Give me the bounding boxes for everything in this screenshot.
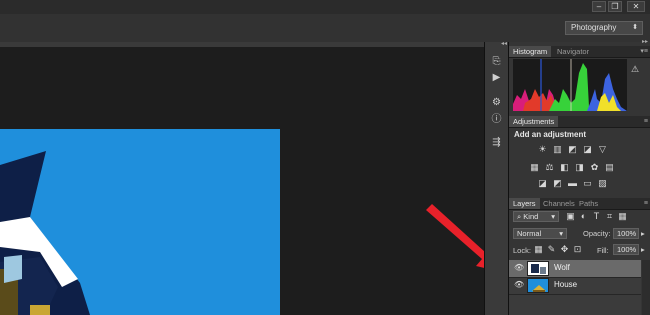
selective-color-icon[interactable]: ▨ (597, 178, 608, 189)
histogram-graph (513, 59, 627, 111)
kind-label: Kind (523, 212, 539, 221)
collapse-panels-icon[interactable]: ▸▸ (642, 38, 648, 45)
layer-name-house: House (554, 280, 578, 289)
vibrance-icon[interactable]: ▦ (529, 162, 540, 173)
panel-menu-icon[interactable]: ≡ (644, 198, 648, 209)
restore-icon: ❐ (611, 2, 619, 11)
fill-value: 100% (617, 245, 637, 254)
tab-layers[interactable]: Layers (509, 198, 540, 209)
tab-histogram[interactable]: Histogram (509, 46, 552, 57)
brush-preset-icon[interactable]: ⚙ (490, 97, 503, 108)
lock-move-icon[interactable]: ✥ (559, 244, 570, 255)
black-white-icon[interactable]: ◨ (574, 162, 585, 173)
tab-paths[interactable]: Paths (575, 198, 602, 209)
layer-kind-filter[interactable]: ⌕ Kind ▾ (513, 211, 559, 222)
invert-icon[interactable]: ◪ (537, 178, 548, 189)
blend-mode-value: Normal (517, 229, 542, 238)
layer-row-wolf[interactable]: 👁 Wolf (509, 260, 641, 278)
actions-play-icon[interactable]: ▶ (490, 72, 503, 83)
properties-icon[interactable]: ⇶ (490, 137, 503, 148)
threshold-icon[interactable]: ▬ (567, 178, 578, 189)
adjustments-title: Add an adjustment (514, 130, 587, 139)
info-icon[interactable]: ⓘ (490, 114, 503, 125)
tab-adjustments[interactable]: Adjustments (509, 116, 559, 127)
histogram-display (513, 59, 627, 111)
opacity-input[interactable]: 100% (613, 228, 639, 239)
gradient-map-icon[interactable]: ▭ (582, 178, 593, 189)
panel-menu-icon[interactable]: ▾≡ (640, 46, 648, 57)
warning-icon[interactable]: ⚠ (631, 64, 639, 75)
close-button[interactable]: ✕ (627, 1, 645, 12)
layer-row-house[interactable]: 👁 House (509, 277, 641, 295)
layer-thumbnail-house (527, 278, 549, 293)
chevron-right-icon[interactable]: ▸ (641, 245, 645, 254)
lock-all-icon[interactable]: ⊡ (572, 244, 583, 255)
adjustments-tab-row: Adjustments ≡ (509, 116, 650, 128)
chevron-updown-icon: ⬍ (632, 24, 638, 31)
photo-filter-icon[interactable]: ✿ (589, 162, 600, 173)
blend-mode-select[interactable]: Normal ▾ (513, 228, 567, 239)
workspace-select-value: Photography (571, 23, 617, 32)
fill-input[interactable]: 100% (613, 244, 639, 255)
minimize-button[interactable]: – (592, 1, 606, 12)
posterize-icon[interactable]: ◩ (552, 178, 563, 189)
house-base-shape (533, 290, 545, 292)
panel-menu-icon[interactable]: ≡ (644, 116, 648, 127)
histogram-tab-row: Histogram Navigator ▾≡ (509, 46, 650, 58)
chevron-down-icon: ▾ (559, 229, 563, 238)
wolf-shape (531, 264, 539, 273)
visibility-eye-icon[interactable]: 👁 (514, 281, 524, 289)
minimize-icon: – (596, 2, 602, 11)
filter-adjustment-icon[interactable]: ◐ (578, 211, 589, 222)
opacity-label: Opacity: (583, 229, 611, 238)
layers-scrollbar[interactable] (642, 260, 650, 315)
tab-channels[interactable]: Channels (539, 198, 579, 209)
workspace-select[interactable]: Photography ⬍ (565, 21, 643, 35)
close-icon: ✕ (632, 2, 640, 11)
gradient-triangle-icon[interactable]: ▽ (597, 144, 608, 155)
filter-type-icon[interactable]: T (591, 211, 602, 222)
layer-name-wolf: Wolf (554, 263, 570, 272)
title-bar: – ❐ ✕ (0, 0, 650, 14)
color-balance-icon[interactable]: ◧ (559, 162, 570, 173)
hue-saturation-icon[interactable]: ⚖ (544, 162, 555, 173)
chevron-right-icon[interactable]: ▸ (641, 229, 645, 238)
exposure-icon[interactable]: ◪ (582, 144, 593, 155)
lock-label: Lock: (513, 246, 531, 255)
levels-icon[interactable]: ▥ (552, 144, 563, 155)
restore-button[interactable]: ❐ (608, 1, 622, 12)
lock-transparent-icon[interactable]: ▦ (533, 244, 544, 255)
layers-list: 👁 Wolf 👁 House (509, 260, 641, 315)
right-panels: ▸▸ Histogram Navigator ▾≡ ⚠ Adjustments … (508, 39, 650, 315)
panel-dock-strip: ◂◂ ⎘ ▶ ⚙ ⓘ ⇶ (484, 40, 508, 315)
tab-navigator[interactable]: Navigator (553, 46, 593, 57)
curves-icon[interactable]: ◩ (567, 144, 578, 155)
wolf-mask (540, 267, 546, 274)
filter-shape-icon[interactable]: ⌗ (604, 211, 615, 222)
brightness-icon[interactable]: ☀ (537, 144, 548, 155)
layer-thumbnail-wolf (527, 261, 549, 276)
opacity-value: 100% (617, 229, 637, 238)
options-bar: Photography ⬍ (0, 14, 650, 43)
chevron-down-icon: ▾ (551, 212, 555, 221)
red-arrow-annotation (426, 204, 484, 268)
canvas-area[interactable] (0, 47, 484, 315)
channel-mixer-icon[interactable]: ▤ (604, 162, 615, 173)
history-icon[interactable]: ⎘ (490, 56, 503, 67)
lock-paint-icon[interactable]: ✎ (546, 244, 557, 255)
visibility-eye-icon[interactable]: 👁 (514, 264, 524, 272)
collapse-arrows-icon[interactable]: ◂◂ (501, 40, 507, 47)
fill-label: Fill: (597, 246, 609, 255)
filter-pixel-icon[interactable]: ▣ (565, 211, 576, 222)
layers-tab-row: Layers Channels Paths ≡ (509, 198, 650, 210)
filter-smart-object-icon[interactable]: ▦ (617, 211, 628, 222)
